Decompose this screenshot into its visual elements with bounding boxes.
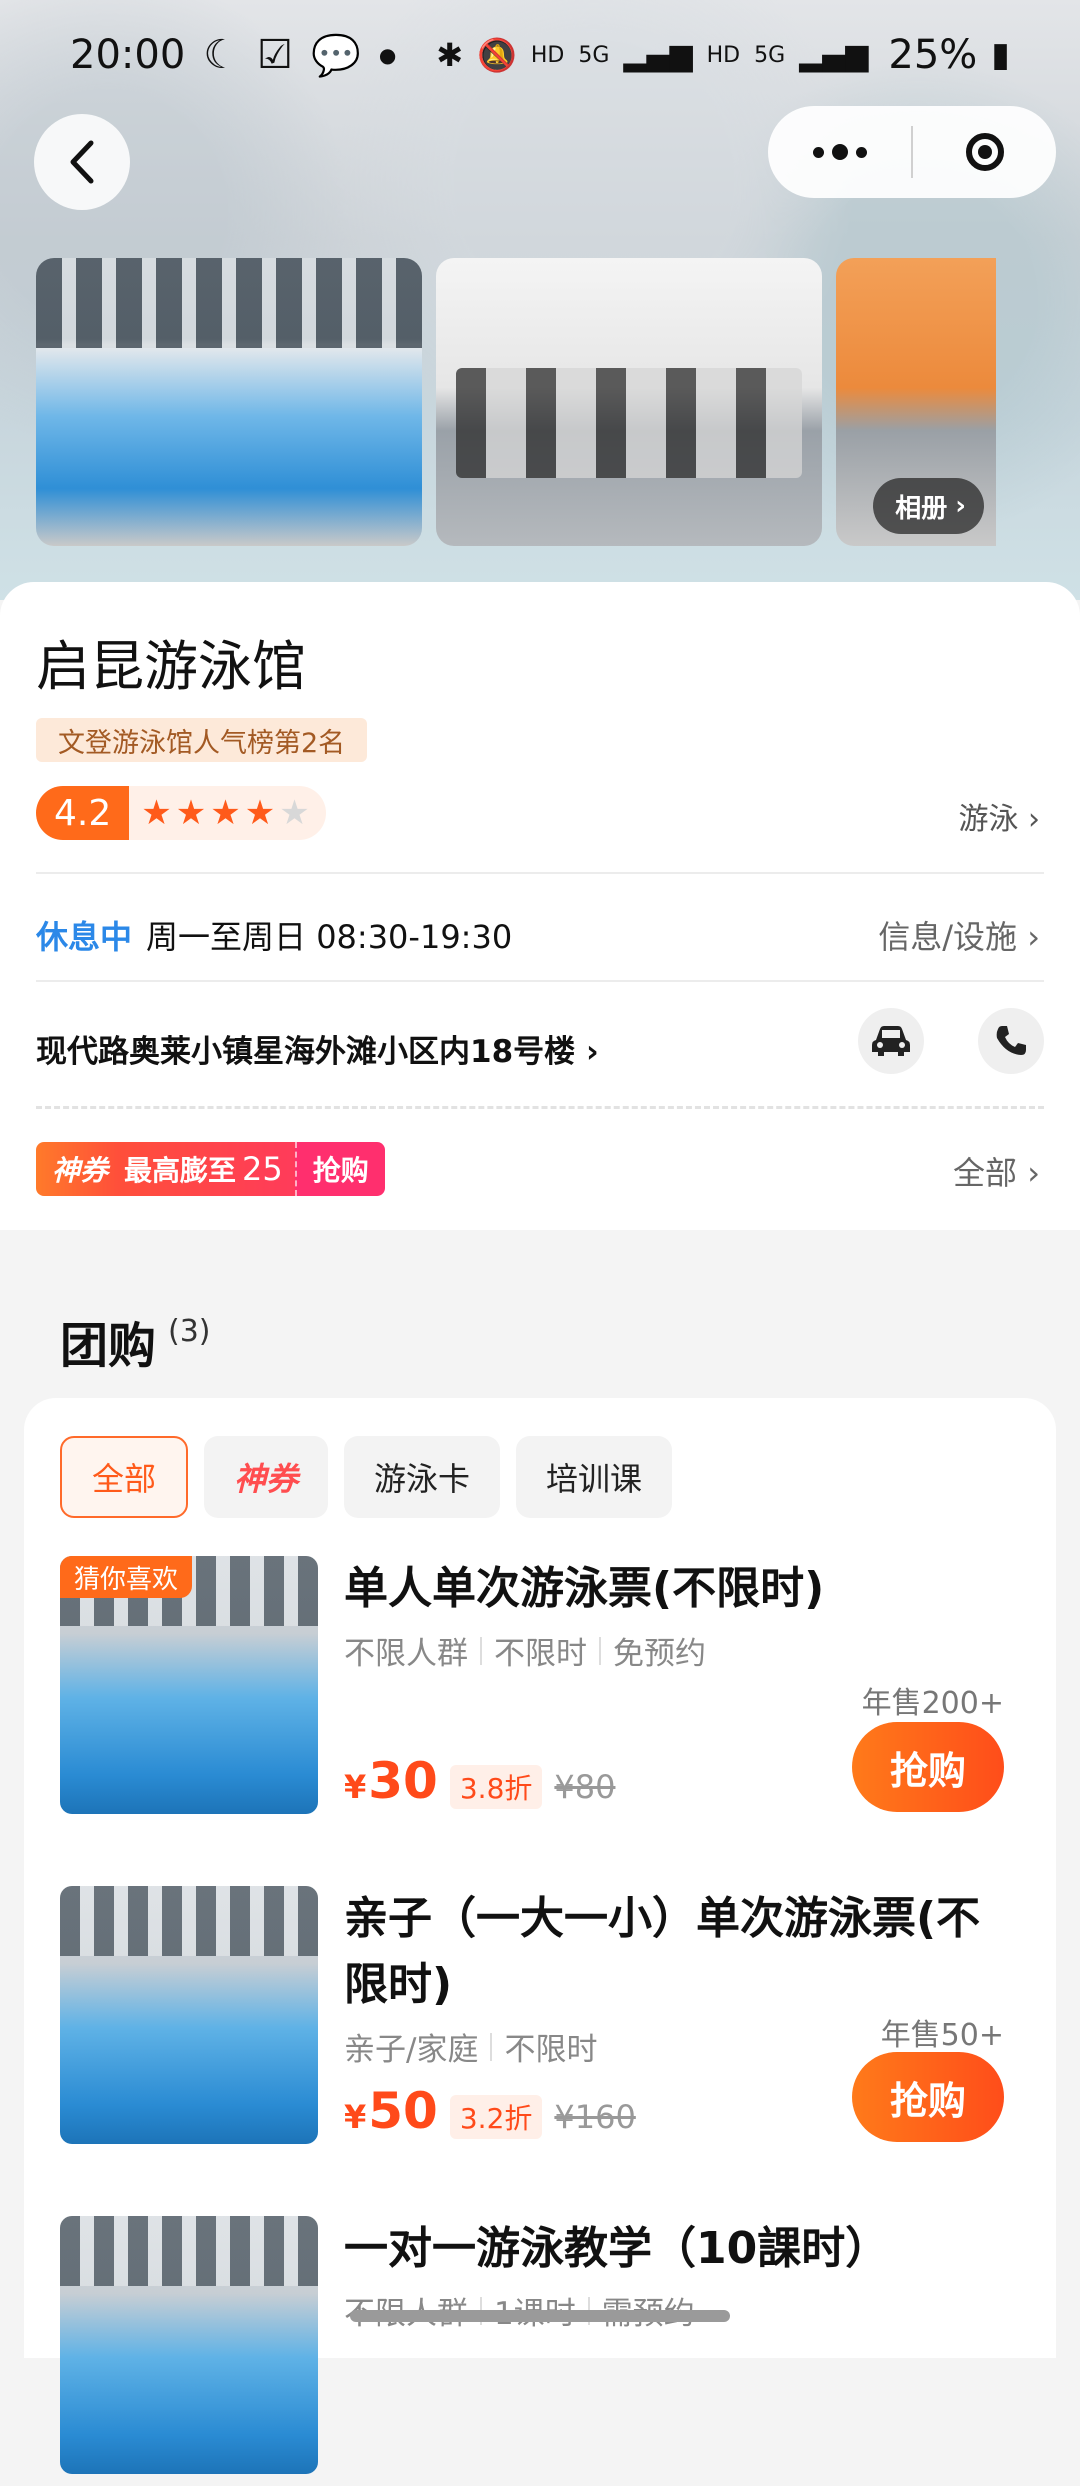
venue-info-card: 启昆游泳馆 文登游泳馆人气榜第2名 4.2 ★ ★ ★ ★ ★ 游泳 › 休息中 周一至… — [0, 582, 1080, 1230]
rank-badge[interactable]: 文登游泳馆人气榜第2名 — [36, 718, 368, 762]
home-indicator[interactable] — [350, 2310, 730, 2322]
star-icon: ★ — [175, 793, 207, 833]
group-buy-title: 团购 — [60, 1318, 157, 1374]
deal-thumbnail — [60, 1886, 318, 2144]
status-time: 20:00 — [70, 32, 186, 78]
chip-training[interactable]: 培训课 — [516, 1436, 673, 1518]
business-hours: 休息中 周一至周日 08:30-19:30 — [36, 912, 512, 958]
chip-coupon[interactable]: 神券 — [204, 1436, 329, 1518]
dashed-divider — [36, 1106, 1044, 1109]
group-buy-list: 全部 神券 游泳卡 培训课 猜你喜欢 单人单次游泳票(不限时) 不限人群 不限时免… — [24, 1398, 1056, 2474]
all-coupons-link[interactable]: 全部 › — [953, 1148, 1040, 1194]
call-button[interactable] — [978, 1008, 1044, 1074]
category-link[interactable]: 游泳 › — [958, 794, 1040, 838]
moon-icon: ☾ — [203, 32, 240, 78]
rating[interactable]: 4.2 ★ ★ ★ ★ ★ — [36, 786, 326, 840]
deal-item[interactable]: 猜你喜欢 单人单次游泳票(不限时) 不限人群 不限时 免预约 年售200+ ¥30 … — [60, 1556, 1020, 1826]
battery-level: 25% — [888, 32, 978, 78]
hd-label-1: HD — [530, 42, 565, 68]
network-label-2: 5G — [754, 42, 786, 68]
deal-tags: 亲子/家庭 不限时 — [344, 2032, 598, 2068]
gallery-photo-pool[interactable] — [36, 258, 422, 546]
close-miniapp-button[interactable] — [913, 106, 1056, 198]
deal-item[interactable]: 亲子（一大一小）单次游泳票(不限时) 亲子/家庭 不限时 年售50+ ¥50 3.… — [60, 1886, 1020, 2156]
deal-price: ¥30 3.8折 ¥80 — [344, 1752, 616, 1810]
recommend-badge: 猜你喜欢 — [60, 1556, 193, 1598]
miniapp-capsule — [768, 106, 1056, 198]
battery-icon: ▮ — [991, 35, 1010, 75]
bluetooth-icon: ✱ — [436, 36, 464, 74]
chevron-right-icon: › — [1028, 802, 1040, 837]
checkbox-icon: ☑ — [257, 32, 293, 78]
signal-icon-2: ▂▄▆ — [799, 37, 869, 73]
divider — [36, 872, 1044, 874]
gallery-photo-treadmills[interactable] — [436, 258, 822, 546]
open-status: 休息中 — [36, 918, 133, 956]
chevron-left-icon — [70, 140, 94, 184]
star-icon: ★ — [279, 793, 310, 833]
message-icon: 💬 — [311, 32, 361, 79]
divider — [36, 980, 1044, 982]
deal-price: ¥50 3.2折 ¥160 — [344, 2082, 636, 2140]
address-link[interactable]: 现代路奥莱小镇星海外滩小区内18号楼 › — [36, 1026, 599, 1071]
coupon-brand: 神券 — [36, 1142, 119, 1196]
photo-gallery[interactable]: 相册 › — [36, 258, 996, 546]
group-buy-count: (3) — [168, 1314, 211, 1349]
coupon-grab-button[interactable]: 抢购 — [294, 1142, 385, 1196]
star-icon: ★ — [244, 793, 276, 833]
hd-label-2: HD — [706, 42, 741, 68]
gallery-photo-gym[interactable]: 相册 › — [836, 258, 996, 546]
chip-all[interactable]: 全部 — [60, 1436, 189, 1518]
more-button[interactable] — [768, 106, 911, 198]
filter-chips: 全部 神券 游泳卡 培训课 — [60, 1436, 673, 1518]
car-icon — [872, 1026, 910, 1056]
deal-item[interactable]: 一对一游泳教学（10課时） 不限人群1课时需预约 — [60, 2216, 1020, 2486]
album-button[interactable]: 相册 › — [873, 478, 984, 534]
deal-title: 一对一游泳教学（10課时） — [344, 2223, 890, 2274]
coupon-text: 最高膨至 25 — [118, 1142, 295, 1196]
star-icon: ★ — [210, 793, 241, 833]
chip-swim-card[interactable]: 游泳卡 — [344, 1436, 501, 1518]
more-icon — [812, 144, 867, 160]
deal-title: 亲子（一大一小）单次游泳票(不限时) — [344, 1893, 981, 2010]
deal-original-price: ¥160 — [554, 2098, 636, 2136]
chevron-right-icon: › — [1027, 918, 1040, 956]
deal-sold: 年售200+ — [861, 1686, 1004, 1721]
deal-thumbnail — [60, 2216, 318, 2474]
deal-discount: 3.8折 — [449, 1765, 543, 1809]
coupon-banner[interactable]: 神券 最高膨至 25 抢购 — [36, 1142, 385, 1196]
rating-score: 4.2 — [36, 786, 130, 840]
venue-name: 启昆游泳馆 — [36, 635, 306, 698]
deal-discount: 3.2折 — [449, 2095, 543, 2139]
deal-tags: 不限人群 不限时 免预约 — [344, 1636, 706, 1672]
album-label: 相册 — [895, 493, 948, 524]
chevron-right-icon: › — [955, 491, 966, 521]
navigate-button[interactable] — [858, 1008, 924, 1074]
star-icon: ★ — [141, 793, 172, 833]
dot-icon: ● — [378, 43, 397, 67]
rating-stars: ★ ★ ★ ★ ★ — [129, 786, 326, 840]
network-label-1: 5G — [578, 42, 610, 68]
deal-title: 单人单次游泳票(不限时) — [344, 1563, 825, 1614]
target-icon — [965, 133, 1004, 171]
deal-original-price: ¥80 — [554, 1768, 616, 1806]
buy-button[interactable]: 抢购 — [852, 2052, 1004, 2142]
info-facilities-link[interactable]: 信息/设施 › — [878, 912, 1040, 958]
phone-icon — [996, 1026, 1026, 1055]
mute-icon: 🔕 — [477, 36, 517, 74]
status-bar: 20:00 ☾ ☑ 💬 ● ✱ 🔕 HD 5G ▂▄▆ HD 5G ▂▄▆ 25… — [70, 30, 1010, 80]
signal-icon-1: ▂▄▆ — [623, 37, 693, 73]
chevron-right-icon: › — [585, 1034, 599, 1070]
chevron-right-icon: › — [1027, 1154, 1040, 1192]
deal-sold: 年售50+ — [880, 2018, 1004, 2053]
back-button[interactable] — [34, 114, 130, 210]
buy-button[interactable]: 抢购 — [852, 1722, 1004, 1812]
hours-text: 周一至周日 08:30-19:30 — [146, 918, 513, 956]
